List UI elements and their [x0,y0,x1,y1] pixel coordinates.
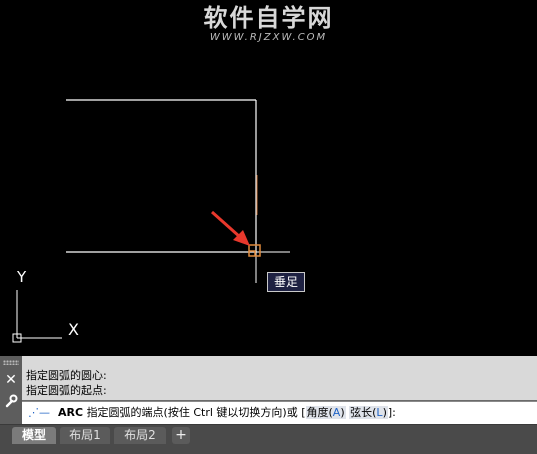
option-angle-close: ) [340,406,345,419]
tab-layout2[interactable]: 布局2 [114,427,166,444]
command-prompt: ARC 指定圆弧的端点(按住 Ctrl 键以切换方向)或 [角度(A) 弦长(L… [58,406,396,420]
tab-model[interactable]: 模型 [12,427,56,444]
close-icon[interactable]: ✕ [2,371,20,389]
add-layout-button[interactable]: + [172,427,190,444]
prompt-end: ]: [387,406,396,419]
drawing-canvas[interactable]: 软件自学网 WWW.RJZXW.COM Y X 垂足 [0,0,537,356]
option-angle-label: 角度( [306,406,333,419]
perpendicular-snap-marker [248,244,261,257]
option-chord-label: 弦长( [350,406,377,419]
history-line: 指定圆弧的起点: [26,384,107,397]
command-input[interactable]: ⋰— ARC 指定圆弧的端点(按住 Ctrl 键以切换方向)或 [角度(A) 弦… [22,401,537,424]
wrench-icon-glyph [5,394,18,408]
ucs-x-label: X [68,320,79,339]
prompt-command: ARC [58,406,84,419]
snap-tooltip: 垂足 [267,272,305,292]
tab-layout1[interactable]: 布局1 [60,427,110,444]
arrow-annotation [211,210,250,246]
drag-handle[interactable] [3,360,19,365]
command-window: ✕ 指定圆弧的圆心: 指定圆弧的起点: ⋰— ARC 指定圆弧的端点(按住 Ct… [0,356,537,424]
layout-tab-bar: 模型 布局1 布局2 + [0,424,537,454]
ucs-icon [12,290,62,343]
wrench-icon[interactable] [2,394,20,412]
command-history: 指定圆弧的圆心: 指定圆弧的起点: [22,356,537,400]
prompt-text: 指定圆弧的端点(按住 Ctrl 键以切换方向)或 [ [86,406,306,419]
option-chord-length[interactable]: 弦长(L) [349,406,388,419]
ucs-y-label: Y [17,268,27,286]
history-line: 指定圆弧的圆心: [26,369,107,382]
drawing-geometry [12,99,290,343]
option-angle[interactable]: 角度(A) [305,406,346,419]
command-prompt-icon[interactable]: ⋰— [28,406,50,419]
option-chord-close: ) [382,406,387,419]
command-window-sidebar: ✕ [0,356,22,424]
